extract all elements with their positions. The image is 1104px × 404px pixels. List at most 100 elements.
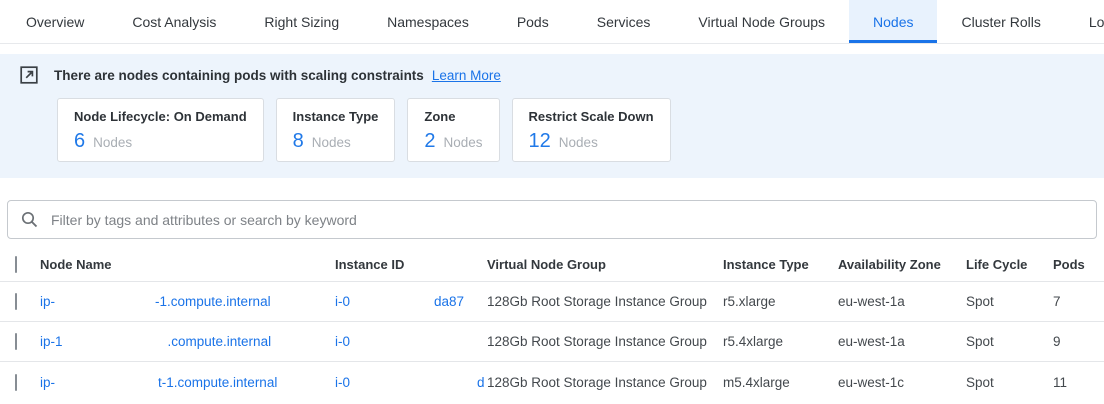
filter-search-bar[interactable]: [7, 200, 1097, 239]
banner-message: There are nodes containing pods with sca…: [54, 68, 424, 83]
constraint-card-zone[interactable]: Zone 2 Nodes: [407, 98, 499, 162]
scale-up-icon: [20, 66, 38, 84]
constraint-cards: Node Lifecycle: On Demand6NodesInstance …: [57, 98, 1084, 162]
card-value-row: 12 Nodes: [529, 130, 654, 154]
text-fragment: ip-: [40, 294, 55, 309]
card-value-row: 8 Nodes: [293, 130, 379, 154]
column-header-instance-id[interactable]: Instance ID: [335, 257, 487, 272]
cell-life-cycle: Spot: [966, 294, 1053, 309]
card-count: 2: [424, 130, 435, 152]
cell-virtual-node-group: 128Gb Root Storage Instance Group: [487, 334, 723, 349]
cell-availability-zone: eu-west-1a: [838, 294, 966, 309]
card-unit-label: Nodes: [444, 132, 483, 154]
card-unit-label: Nodes: [559, 132, 598, 154]
scaling-constraints-banner: There are nodes containing pods with sca…: [0, 54, 1104, 178]
table-row: ip- -1.compute.internal i-0 da87 128Gb Root …: [0, 282, 1104, 322]
table-body: ip- -1.compute.internal i-0 da87 128Gb Root …: [0, 282, 1104, 402]
cell-life-cycle: Spot: [966, 334, 1053, 349]
text-fragment: -1.compute.internal: [155, 294, 271, 309]
card-count: 8: [293, 130, 304, 152]
tab-label: Cost Analysis: [132, 14, 216, 30]
tab-services[interactable]: Services: [573, 0, 675, 43]
redacted-gap: [63, 345, 168, 346]
search-input[interactable]: [49, 211, 1083, 229]
text-fragment: t-1.compute.internal: [158, 375, 277, 390]
cell-instance-type: m5.4xlarge: [723, 375, 838, 390]
select-all-checkbox[interactable]: [15, 256, 17, 273]
tab-label: Namespaces: [387, 14, 469, 30]
tab-label: Overview: [26, 14, 84, 30]
column-header-instance-type[interactable]: Instance Type: [723, 257, 838, 272]
card-count: 12: [529, 130, 551, 152]
text-fragment: i-0: [335, 334, 350, 349]
tab-namespaces[interactable]: Namespaces: [363, 0, 493, 43]
text-fragment: .compute.internal: [168, 334, 272, 349]
table-row: ip-1.compute.internali-0 128Gb Root Stora…: [0, 322, 1104, 362]
tab-label: Pods: [517, 14, 549, 30]
cell-availability-zone: eu-west-1a: [838, 334, 966, 349]
constraint-card-instance-type[interactable]: Instance Type 8 Nodes: [276, 98, 396, 162]
node-name-link[interactable]: ip-t-1.compute.internal: [40, 375, 335, 390]
instance-id-link[interactable]: i-0: [335, 334, 487, 349]
table-header-row: Node NameInstance IDVirtual Node GroupIn…: [0, 248, 1104, 282]
node-name-link[interactable]: ip- -1.compute.internal: [40, 294, 335, 309]
tab-overview[interactable]: Overview: [2, 0, 108, 43]
cell-instance-type: r5.4xlarge: [723, 334, 838, 349]
cell-virtual-node-group: 128Gb Root Storage Instance Group: [487, 294, 723, 309]
text-fragment: da87: [434, 294, 464, 309]
row-checkbox[interactable]: [15, 374, 17, 391]
tab-label: Virtual Node Groups: [698, 14, 825, 30]
column-header-life-cycle[interactable]: Life Cycle: [966, 257, 1053, 272]
tab-cost-analysis[interactable]: Cost Analysis: [108, 0, 240, 43]
card-value-row: 6 Nodes: [74, 130, 247, 154]
instance-id-link[interactable]: i-0 da87: [335, 294, 487, 309]
tab-right-sizing[interactable]: Right Sizing: [240, 0, 363, 43]
tab-label: Nodes: [873, 14, 913, 30]
text-fragment: i-0: [335, 294, 350, 309]
nodes-table: Node NameInstance IDVirtual Node GroupIn…: [0, 248, 1104, 402]
node-name-link[interactable]: ip-1.compute.internal: [40, 334, 335, 349]
cell-instance-type: r5.xlarge: [723, 294, 838, 309]
column-header-virtual-node-group[interactable]: Virtual Node Group: [487, 257, 723, 272]
column-header-pods[interactable]: Pods: [1053, 257, 1104, 272]
learn-more-link[interactable]: Learn More: [432, 68, 501, 83]
card-title: Zone: [424, 109, 482, 124]
redacted-gap: [350, 305, 434, 306]
search-icon: [21, 211, 38, 228]
cell-life-cycle: Spot: [966, 375, 1053, 390]
tab-virtual-node-groups[interactable]: Virtual Node Groups: [674, 0, 849, 43]
cell-virtual-node-group: 128Gb Root Storage Instance Group: [487, 375, 723, 390]
redacted-gap: [55, 305, 155, 306]
cell-pods: 7: [1053, 294, 1104, 309]
column-header-node-name[interactable]: Node Name: [40, 257, 335, 272]
banner-message-row: There are nodes containing pods with sca…: [20, 66, 1084, 84]
tab-cluster-rolls[interactable]: Cluster Rolls: [937, 0, 1064, 43]
column-header-availability-zone[interactable]: Availability Zone: [838, 257, 966, 272]
row-checkbox-cell: [0, 334, 40, 349]
card-unit-label: Nodes: [312, 132, 351, 154]
row-checkbox-cell: [0, 375, 40, 390]
table-row: ip-t-1.compute.internali-0d128Gb Root St…: [0, 362, 1104, 402]
text-fragment: i-0: [335, 375, 350, 390]
tab-log[interactable]: Log: [1065, 0, 1104, 43]
row-checkbox[interactable]: [15, 293, 17, 310]
constraint-card-node-lifecycle-on-demand[interactable]: Node Lifecycle: On Demand6Nodes: [57, 98, 264, 162]
constraint-card-restrict-scale-down[interactable]: Restrict Scale Down12Nodes: [512, 98, 671, 162]
text-fragment: ip-: [40, 375, 55, 390]
tab-bar: Overview Cost Analysis Right Sizing Namespa…: [0, 0, 1104, 44]
text-fragment: d: [477, 375, 485, 390]
card-title: Instance Type: [293, 109, 379, 124]
card-unit-label: Nodes: [93, 132, 132, 154]
redacted-gap: [55, 386, 158, 387]
tab-pods[interactable]: Pods: [493, 0, 573, 43]
redacted-gap: [350, 386, 477, 387]
instance-id-link[interactable]: i-0 d: [335, 375, 487, 390]
tab-label: Cluster Rolls: [961, 14, 1040, 30]
card-count: 6: [74, 130, 85, 152]
tab-label: Log: [1089, 14, 1104, 30]
cell-availability-zone: eu-west-1c: [838, 375, 966, 390]
card-value-row: 2 Nodes: [424, 130, 482, 154]
row-checkbox[interactable]: [15, 333, 17, 350]
tab-nodes[interactable]: Nodes: [849, 0, 937, 43]
tab-label: Services: [597, 14, 651, 30]
